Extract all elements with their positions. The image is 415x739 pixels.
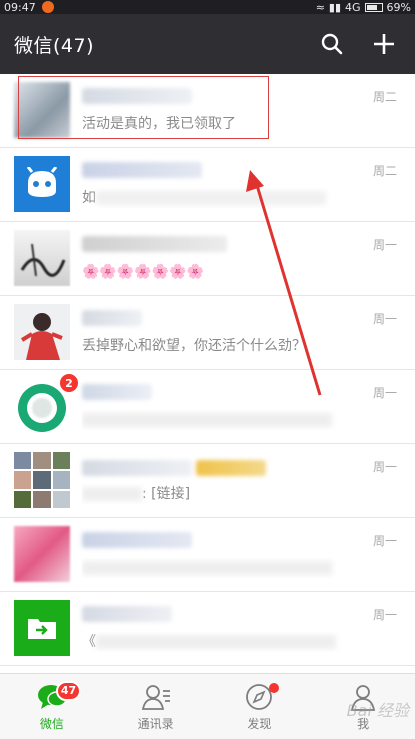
chat-time: 周一 (372, 608, 397, 622)
tab-label: 微信 (39, 716, 64, 731)
contact-name-blurred (82, 310, 142, 326)
avatar (14, 230, 70, 286)
chat-item-8[interactable]: 《 周一 (0, 592, 415, 666)
chat-preview: 活动是真的，我已领取了 (82, 116, 236, 132)
chat-item-1[interactable]: 活动是真的，我已领取了 周二 (0, 74, 415, 148)
tab-discover[interactable]: 发现 (214, 677, 304, 737)
tab-label: 通讯录 (137, 716, 174, 731)
status-bar: 09:47 ≈ ▮▮ 4G 69% (0, 0, 415, 14)
chat-preview: : [链接] (82, 484, 401, 504)
chat-preview: 🌸🌸🌸🌸🌸🌸🌸 (82, 264, 205, 280)
chat-item-4[interactable]: 丢掉野心和欲望，你还活个什么劲？ 周一 (0, 296, 415, 370)
calligraphy-image (20, 243, 66, 277)
search-button[interactable] (319, 31, 345, 57)
notification-icon (41, 1, 54, 13)
chat-item-6[interactable]: : [链接] 周一 (0, 444, 415, 518)
unread-badge: 2 (58, 372, 80, 394)
avatar (14, 82, 70, 138)
plus-icon (374, 34, 394, 54)
tab-label: 发现 (247, 716, 272, 731)
chat-item-3[interactable]: 🌸🌸🌸🌸🌸🌸🌸 周一 (0, 222, 415, 296)
app-header: 微信(47) (0, 14, 415, 74)
battery-percent: 69% (386, 0, 411, 14)
emoji-blurred (196, 460, 266, 476)
ghost-icon (26, 167, 58, 197)
chat-time: 周二 (372, 164, 397, 178)
chat-time: 周一 (372, 386, 397, 400)
search-icon (321, 33, 343, 55)
chat-preview: 如 (82, 188, 401, 208)
avatar (14, 526, 70, 582)
watermark: Bai 经验 (346, 701, 409, 720)
person-photo (20, 313, 63, 360)
chat-list: 活动是真的，我已领取了 周二 如 周二 🌸🌸🌸🌸🌸🌸🌸 周一 丢掉野心和欲望，你… (0, 74, 415, 666)
chat-time: 周一 (372, 534, 397, 548)
chat-item-2[interactable]: 如 周二 (0, 148, 415, 222)
signal-icon: ▮▮ (328, 0, 342, 14)
new-dot (269, 682, 280, 693)
battery-icon (364, 2, 383, 12)
avatar (14, 304, 70, 360)
page-title: 微信(47) (14, 34, 95, 57)
avatar: 2 (14, 372, 80, 434)
chat-preview (82, 410, 401, 430)
tab-chats[interactable]: 微信 47 (7, 677, 97, 737)
avatar (14, 600, 70, 656)
status-time: 09:47 (4, 0, 36, 14)
unread-badge: 47 (55, 680, 82, 701)
chat-preview (82, 558, 401, 578)
contact-name-blurred (82, 460, 192, 476)
contact-name-blurred (82, 532, 192, 548)
chat-time: 周一 (372, 312, 397, 326)
contact-name-blurred (82, 236, 227, 252)
tab-bar: 微信 47 通讯录 发现 我 Bai 经验 (0, 673, 415, 739)
contacts-icon (141, 684, 170, 710)
chat-time: 周二 (372, 90, 397, 104)
folder-share-icon (28, 619, 56, 639)
add-button[interactable] (371, 31, 397, 57)
contact-name-blurred (82, 88, 192, 104)
chat-preview: 丢掉野心和欲望，你还活个什么劲？ (82, 338, 306, 354)
chat-time: 周一 (372, 460, 397, 474)
avatar (14, 452, 70, 508)
avatar (14, 156, 70, 212)
chat-time: 周一 (372, 238, 397, 252)
tab-contacts[interactable]: 通讯录 (111, 677, 201, 737)
contact-name-blurred (82, 606, 172, 622)
network-type: 4G (345, 0, 361, 14)
wifi-icon: ≈ (315, 0, 325, 14)
chat-preview: 《 (82, 632, 401, 652)
chat-item-5[interactable]: 2 周一 (0, 370, 415, 444)
contact-name-blurred (82, 162, 202, 178)
chat-item-7[interactable]: 周一 (0, 518, 415, 592)
contact-name-blurred (82, 384, 152, 400)
